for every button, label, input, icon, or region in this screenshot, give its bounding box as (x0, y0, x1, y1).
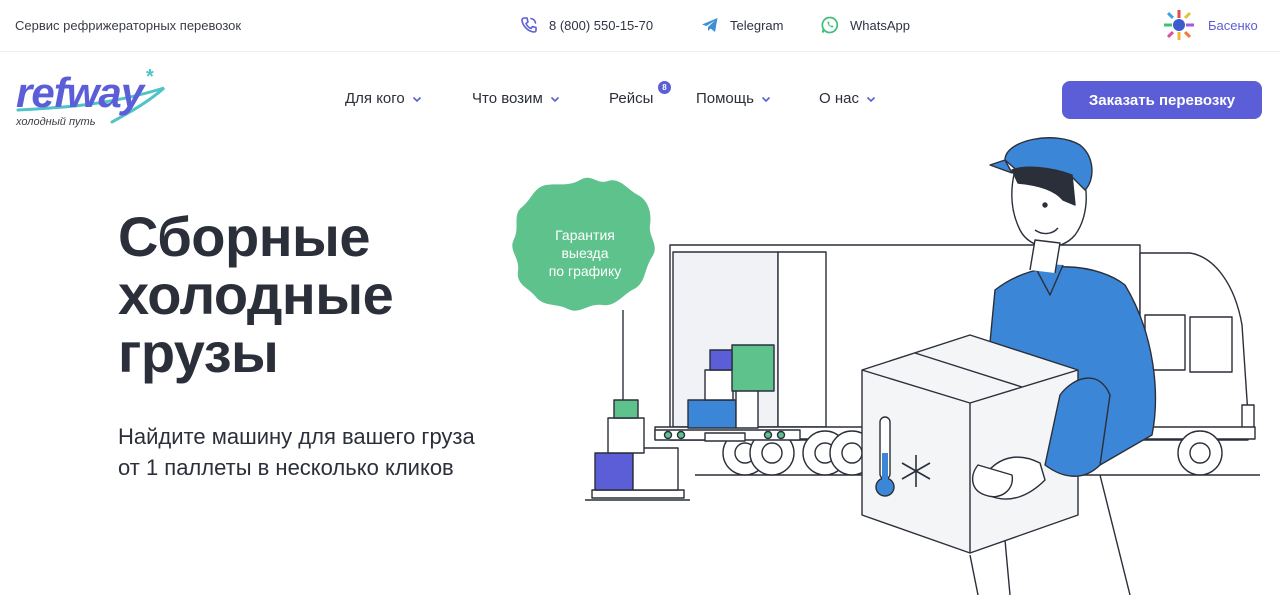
nav-item-label: Рейсы (609, 90, 654, 107)
trips-count-badge: 8 (658, 81, 671, 94)
nav-item-label: Помощь (696, 90, 754, 107)
logo-wordmark: refway (16, 69, 144, 116)
chevron-down-icon (412, 96, 421, 102)
nav-item-trips[interactable]: Рейсы (609, 90, 653, 107)
hero-subtitle: Найдите машину для вашего груза от 1 пал… (118, 424, 475, 480)
phone-number: 8 (800) 550-15-70 (549, 17, 654, 33)
whatsapp-icon (821, 16, 839, 34)
chevron-down-icon (866, 96, 876, 102)
avatar (1162, 8, 1196, 42)
top-bar: Сервис рефрижераторных перевозок 8 (800)… (0, 0, 1280, 52)
order-transport-button[interactable]: Заказать перевозку (1062, 81, 1262, 119)
hero-title-line: Сборные (118, 205, 371, 268)
telegram-label: Telegram (730, 17, 784, 33)
service-title: Сервис рефрижераторных перевозок (15, 18, 242, 33)
nav-item-label: Для кого (345, 90, 405, 107)
hero-title-line: холодные (118, 263, 394, 326)
chevron-down-icon (761, 96, 771, 102)
whatsapp-link[interactable]: WhatsApp (820, 15, 910, 35)
logo[interactable]: refway * холодный путь (16, 66, 176, 130)
telegram-link[interactable]: Telegram (700, 15, 783, 35)
nav-item-label: О нас (819, 90, 859, 107)
chevron-down-icon (550, 96, 559, 102)
hero-illustration (512, 137, 1260, 595)
user-menu[interactable]: Басенко (1162, 8, 1258, 42)
nav-item-about[interactable]: О нас (819, 90, 876, 107)
sticker-line: выезда (561, 245, 609, 261)
nav-item-for-whom[interactable]: Для кого (345, 90, 422, 107)
whatsapp-label: WhatsApp (850, 17, 910, 33)
nav-item-what-we-carry[interactable]: Что возим (472, 90, 560, 107)
telegram-icon (702, 18, 718, 32)
nav-item-label: Что возим (472, 90, 543, 107)
hero-title-line: грузы (118, 321, 279, 384)
sticker-line: Гарантия (555, 227, 615, 243)
phone-icon (521, 17, 537, 33)
nav-item-help[interactable]: Помощь (696, 90, 771, 107)
hero-title: Сборные холодные грузы (118, 208, 498, 382)
phone-link[interactable]: 8 (800) 550-15-70 (519, 15, 653, 35)
user-name: Басенко (1208, 17, 1258, 33)
sticker-line: по графику (548, 263, 622, 279)
logo-asterisk: * (146, 66, 154, 88)
logo-tagline: холодный путь (16, 116, 96, 128)
guarantee-sticker-text: Гарантия выезда по графику (520, 226, 650, 280)
